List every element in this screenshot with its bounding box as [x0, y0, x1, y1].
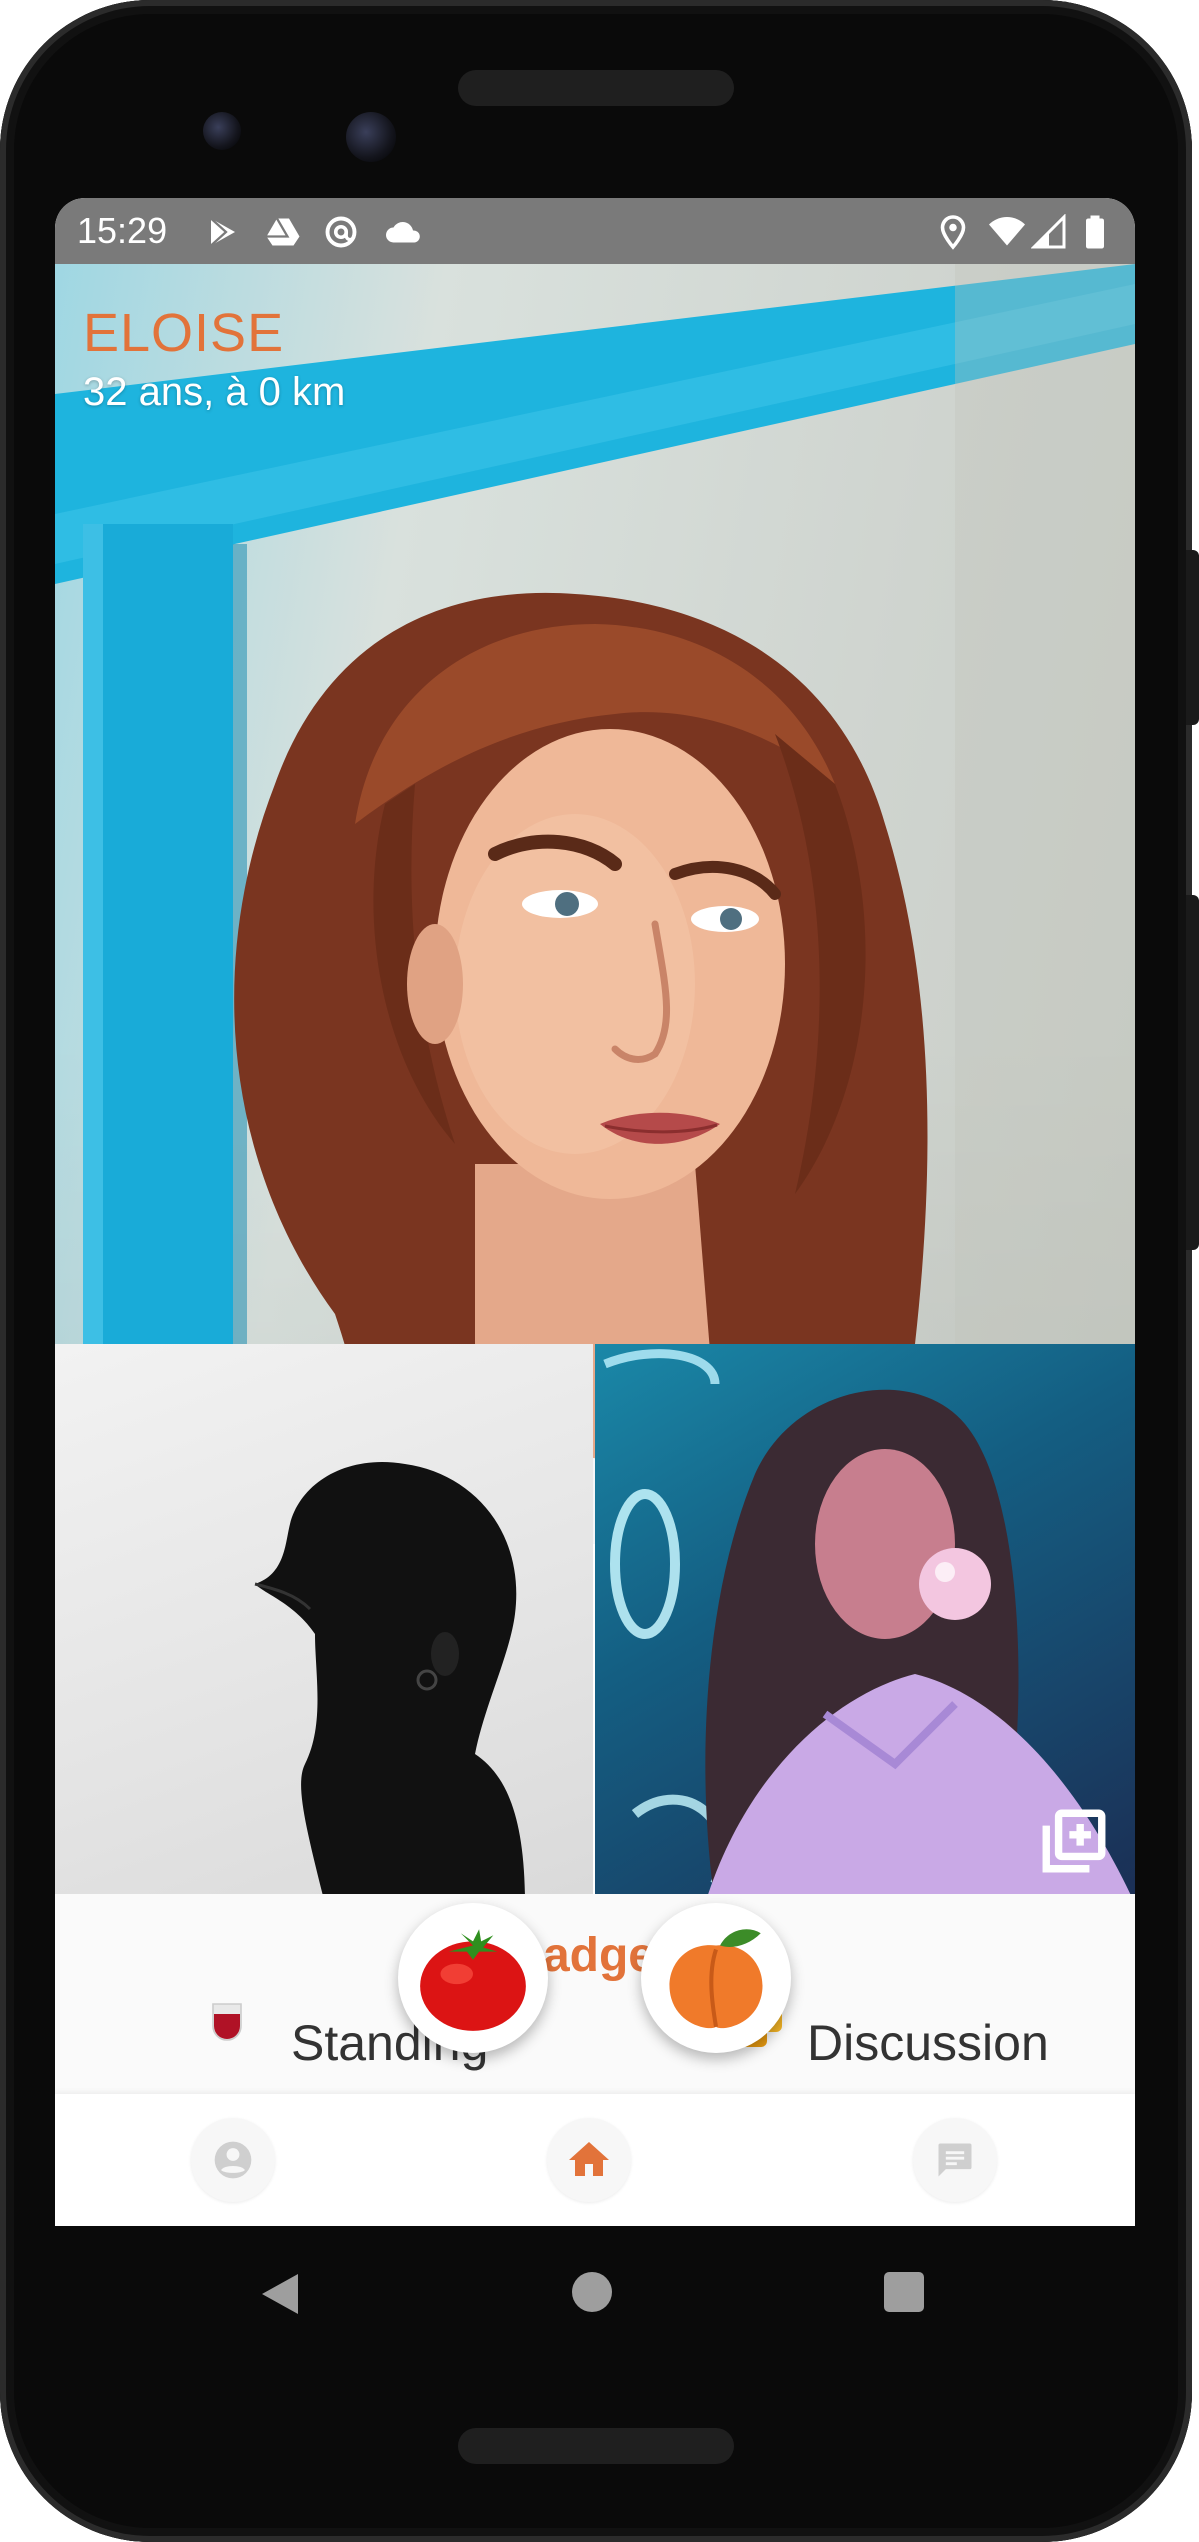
wifi-icon	[989, 217, 1025, 246]
nav-chat-button[interactable]	[913, 2118, 997, 2202]
earpiece-speaker	[458, 70, 734, 106]
like-peach-button[interactable]	[641, 1903, 791, 2053]
location-icon	[940, 215, 966, 250]
front-sensor	[203, 112, 241, 150]
drive-icon	[266, 217, 300, 246]
home-circle-icon[interactable]	[572, 2272, 612, 2312]
volume-button	[1186, 895, 1199, 1250]
badge-discussion-label: Discussion	[807, 2015, 1049, 2071]
screen: 15:29 ELOISE 32 ans, à 0 km Badges Stand…	[55, 198, 1135, 2226]
badges-title: Badges	[508, 1929, 682, 1982]
bottom-speaker	[458, 2428, 734, 2464]
badges-section: Badges Standing Discussion	[55, 1894, 1135, 2094]
cloud-icon	[386, 222, 420, 243]
peach-icon	[669, 1929, 763, 2029]
account-icon	[214, 2141, 252, 2179]
at-sign-icon	[325, 216, 357, 248]
dislike-tomato-button[interactable]	[398, 1903, 548, 2053]
status-bar: 15:29	[55, 198, 1135, 264]
play-store-icon	[210, 217, 235, 247]
recents-icon[interactable]	[884, 2272, 924, 2312]
tomato-icon	[420, 1929, 526, 2031]
nav-home-button[interactable]	[547, 2118, 631, 2202]
add-photos-icon[interactable]	[1037, 1804, 1111, 1878]
nav-profile-button[interactable]	[191, 2118, 275, 2202]
home-icon	[569, 2142, 609, 2176]
battery-icon	[1086, 215, 1104, 249]
bottom-navigation	[55, 2094, 1135, 2226]
profile-photo-2[interactable]	[55, 1344, 593, 1894]
front-camera	[346, 112, 396, 162]
bw-portrait-illustration	[254, 1462, 525, 1894]
signal-icon	[1031, 214, 1066, 249]
power-button	[1186, 550, 1199, 725]
back-icon[interactable]	[258, 2270, 302, 2318]
wine-glass-icon	[212, 2003, 242, 2041]
profile-name: ELOISE	[83, 303, 285, 363]
chat-icon	[938, 2143, 972, 2177]
status-time: 15:29	[77, 210, 168, 251]
profile-age-distance: 32 ans, à 0 km	[83, 370, 346, 414]
